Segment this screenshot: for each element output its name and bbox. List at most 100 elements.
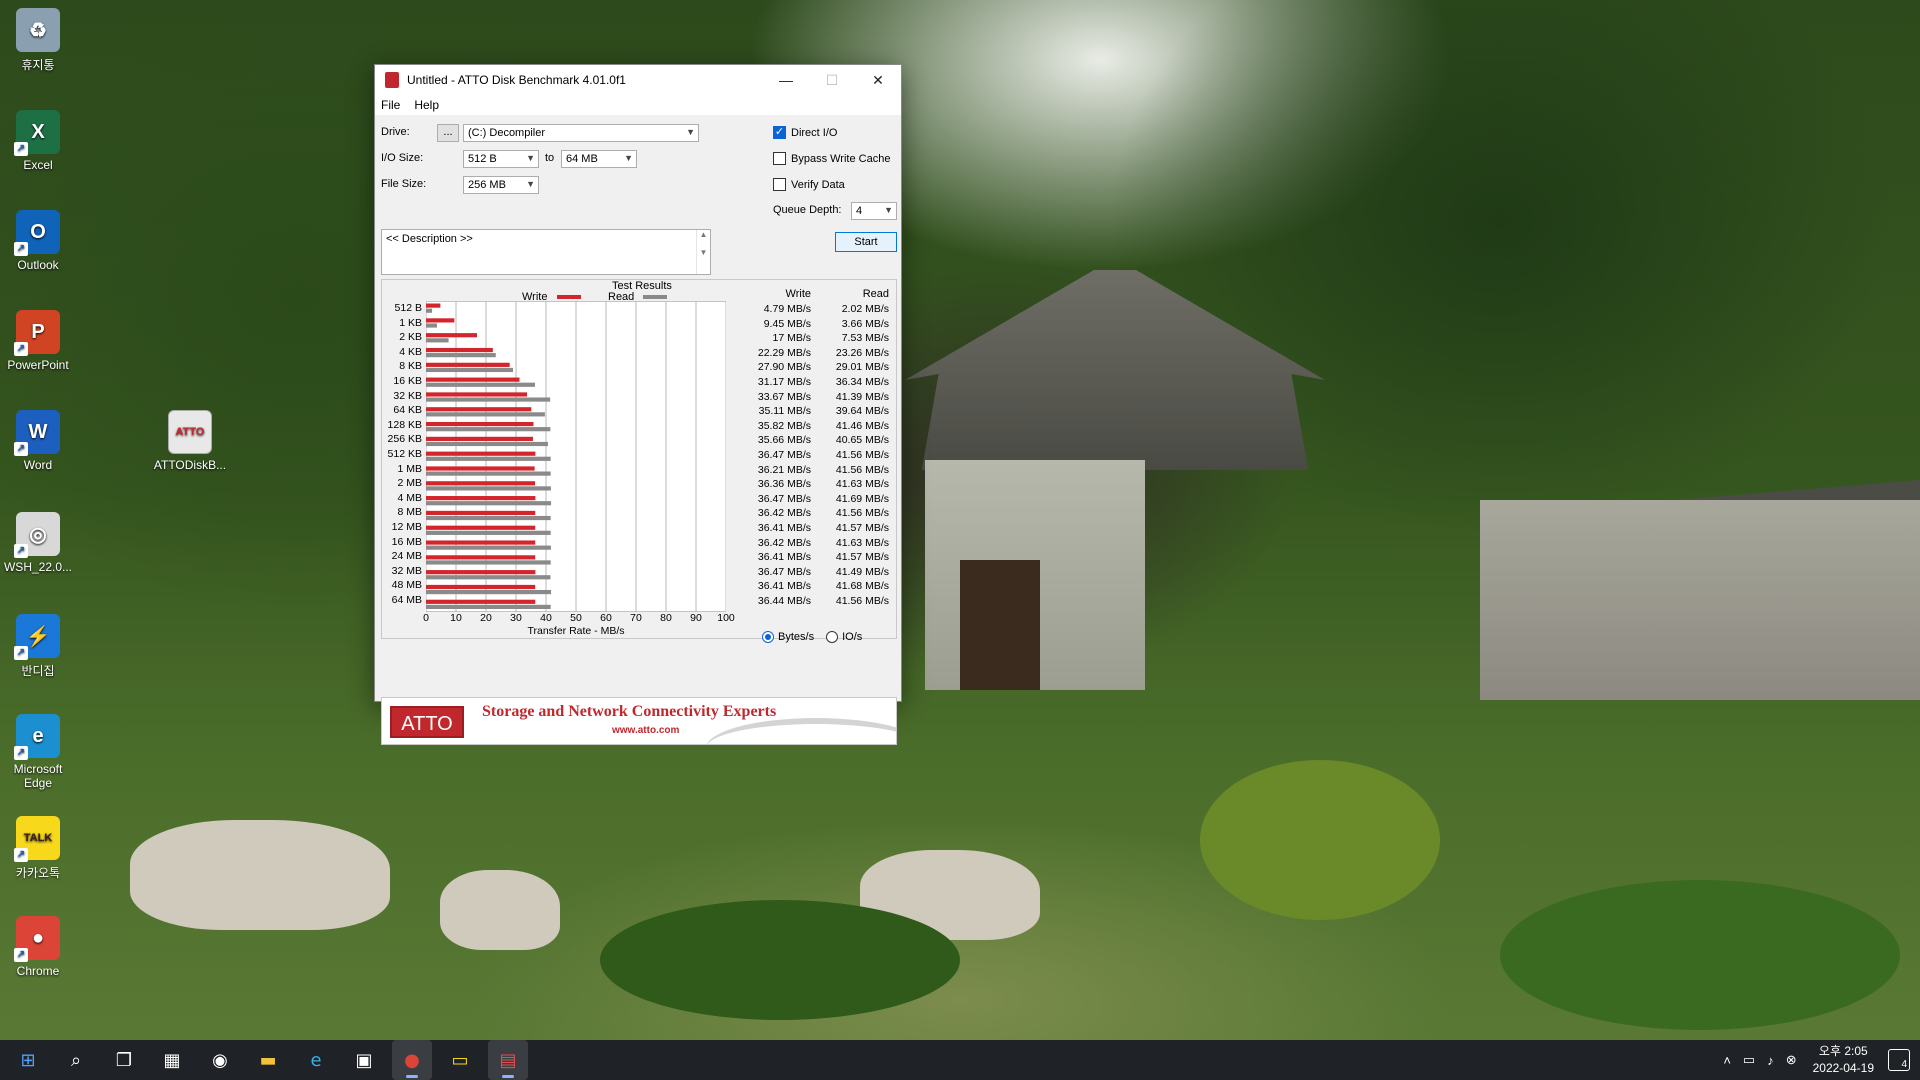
desktop-icon[interactable]: O ↗ Outlook — [0, 210, 76, 272]
desktop-icon[interactable]: P ↗ PowerPoint — [0, 310, 76, 372]
verify-data-checkbox[interactable]: Verify Data — [773, 178, 845, 191]
bar-write — [426, 584, 536, 590]
outlook-icon: O ↗ — [14, 210, 60, 256]
bar-write — [426, 481, 536, 486]
y-tick-label: 1 KB — [399, 316, 422, 329]
menu-help[interactable]: Help — [414, 98, 439, 112]
read-value: 41.63 MB/s — [835, 536, 889, 549]
desktop-icon[interactable]: ♻ 휴지통 — [0, 8, 76, 73]
desktop-icon[interactable]: ⚡ ↗ 반디집 — [0, 614, 76, 679]
clock-date: 2022-04-19 — [1812, 1061, 1874, 1075]
chat-button[interactable]: ◉ — [200, 1040, 240, 1080]
banner-url[interactable]: www.atto.com — [612, 725, 679, 736]
store-button[interactable]: ▣ — [344, 1040, 384, 1080]
kakaotalk-button[interactable]: ▭ — [440, 1040, 480, 1080]
y-tick-label: 12 MB — [391, 520, 422, 533]
bar-read — [426, 338, 449, 343]
chevron-up-icon[interactable]: ˄ — [1723, 1053, 1731, 1068]
verify-data-label: Verify Data — [791, 178, 845, 191]
checkbox-box — [773, 178, 786, 191]
y-tick-label: 16 KB — [393, 374, 422, 387]
io-per-second-label: IO/s — [842, 631, 863, 643]
bar-write — [426, 303, 441, 308]
bar-read — [426, 308, 433, 313]
desktop-icon-atto[interactable]: ATTO ATTODiskB... — [152, 410, 228, 472]
taskbar-items: ⊞ ⌕ ❐ ▦ ◉ ▬ e ▣ ● ▭ ▤ — [4, 1040, 532, 1080]
value-row: 33.67 MB/s 41.39 MB/s — [727, 390, 895, 405]
maximize-icon[interactable]: ☐ — [809, 65, 855, 95]
atto-button[interactable]: ▤ — [488, 1040, 528, 1080]
file-size-select[interactable]: 256 MB ▼ — [463, 176, 539, 194]
read-value: 41.56 MB/s — [835, 463, 889, 476]
write-value: 36.41 MB/s — [757, 580, 811, 593]
desktop-icon[interactable]: X ↗ Excel — [0, 110, 76, 172]
shortcut-arrow-icon: ↗ — [14, 848, 28, 862]
y-tick-label: 8 MB — [397, 506, 422, 519]
desktop-icon[interactable]: ◎ ↗ WSH_22.0... — [0, 512, 76, 574]
atto-banner[interactable]: ATTO Storage and Network Connectivity Ex… — [381, 697, 897, 745]
edge-button[interactable]: e — [296, 1040, 336, 1080]
start-button[interactable]: Start — [835, 232, 897, 252]
volume-icon[interactable]: ♪ — [1767, 1053, 1774, 1068]
close-icon[interactable]: ✕ — [855, 65, 901, 95]
io-size-to-select[interactable]: 64 MB ▼ — [561, 150, 637, 168]
queue-depth-select[interactable]: 4 ▼ — [851, 202, 897, 220]
bandizip-icon: ⚡ ↗ — [14, 614, 60, 660]
drive-label: Drive: — [381, 126, 410, 138]
search-button[interactable]: ⌕ — [56, 1040, 96, 1080]
col-write-header: Write — [785, 288, 811, 300]
write-value: 36.36 MB/s — [757, 478, 811, 491]
notification-icon[interactable]: 4 — [1888, 1049, 1910, 1071]
desktop-icon[interactable]: TALK ↗ 카카오톡 — [0, 816, 76, 881]
chrome-icon: ● ↗ — [14, 916, 60, 962]
file-explorer-button[interactable]: ▬ — [248, 1040, 288, 1080]
io-per-second-radio[interactable]: IO/s — [826, 631, 862, 643]
read-value: 41.56 MB/s — [835, 448, 889, 461]
chrome-icon: ● — [404, 1049, 420, 1071]
direct-io-checkbox[interactable]: ✓ Direct I/O — [773, 126, 837, 139]
write-value: 36.42 MB/s — [757, 536, 811, 549]
drive-browse-button[interactable]: ... — [437, 124, 459, 142]
y-tick-label: 4 MB — [397, 491, 422, 504]
write-value: 35.66 MB/s — [757, 434, 811, 447]
window-title: Untitled - ATTO Disk Benchmark 4.01.0f1 — [407, 73, 626, 87]
bytes-per-second-radio[interactable]: Bytes/s — [762, 631, 814, 643]
bypass-write-cache-checkbox[interactable]: Bypass Write Cache — [773, 152, 890, 165]
value-row: 36.21 MB/s 41.56 MB/s — [727, 463, 895, 478]
widgets-button[interactable]: ▦ — [152, 1040, 192, 1080]
kakaotalk-icon: ▭ — [451, 1049, 469, 1071]
y-tick-label: 512 B — [394, 302, 422, 314]
value-row: 36.42 MB/s 41.63 MB/s — [727, 536, 895, 551]
desktop-icon[interactable]: ● ↗ Chrome — [0, 916, 76, 978]
disc-image-icon: ◎ ↗ — [14, 512, 60, 558]
description-scrollbar[interactable]: ▲ ▼ — [696, 230, 710, 274]
clock[interactable]: 오후 2:05 2022-04-19 — [1813, 1043, 1874, 1077]
network-icon[interactable]: ▭ — [1743, 1052, 1755, 1068]
title-bar[interactable]: Untitled - ATTO Disk Benchmark 4.01.0f1 … — [375, 65, 901, 95]
desktop-icon[interactable]: W ↗ Word — [0, 410, 76, 472]
io-size-from-select[interactable]: 512 B ▼ — [463, 150, 539, 168]
start-button[interactable]: ⊞ — [8, 1040, 48, 1080]
banner-tagline: Storage and Network Connectivity Experts — [482, 703, 777, 720]
task-view-button[interactable]: ❐ — [104, 1040, 144, 1080]
bar-write — [426, 407, 532, 412]
write-value: 31.17 MB/s — [757, 375, 811, 388]
status-icon[interactable]: ⊗ — [1786, 1052, 1797, 1068]
bar-write — [426, 555, 536, 560]
y-tick-label: 1 MB — [397, 462, 422, 475]
io-size-to-value: 64 MB — [566, 153, 598, 165]
desktop-icon-label: WSH_22.0... — [3, 560, 73, 574]
minimize-icon[interactable]: — — [763, 65, 809, 95]
wallpaper-rock — [130, 820, 390, 930]
write-value: 36.41 MB/s — [757, 551, 811, 564]
chrome-button[interactable]: ● — [392, 1040, 432, 1080]
bar-write — [426, 570, 536, 575]
value-row: 35.82 MB/s 41.46 MB/s — [727, 419, 895, 434]
menu-file[interactable]: File — [381, 98, 400, 112]
wallpaper-wall — [1480, 500, 1920, 700]
desktop-icon[interactable]: e ↗ Microsoft Edge — [0, 714, 76, 790]
shortcut-arrow-icon: ↗ — [14, 442, 28, 456]
value-row: 27.90 MB/s 29.01 MB/s — [727, 360, 895, 375]
drive-select[interactable]: (C:) Decompiler ▼ — [463, 124, 699, 142]
description-field[interactable]: << Description >> ▲ ▼ — [381, 229, 711, 275]
